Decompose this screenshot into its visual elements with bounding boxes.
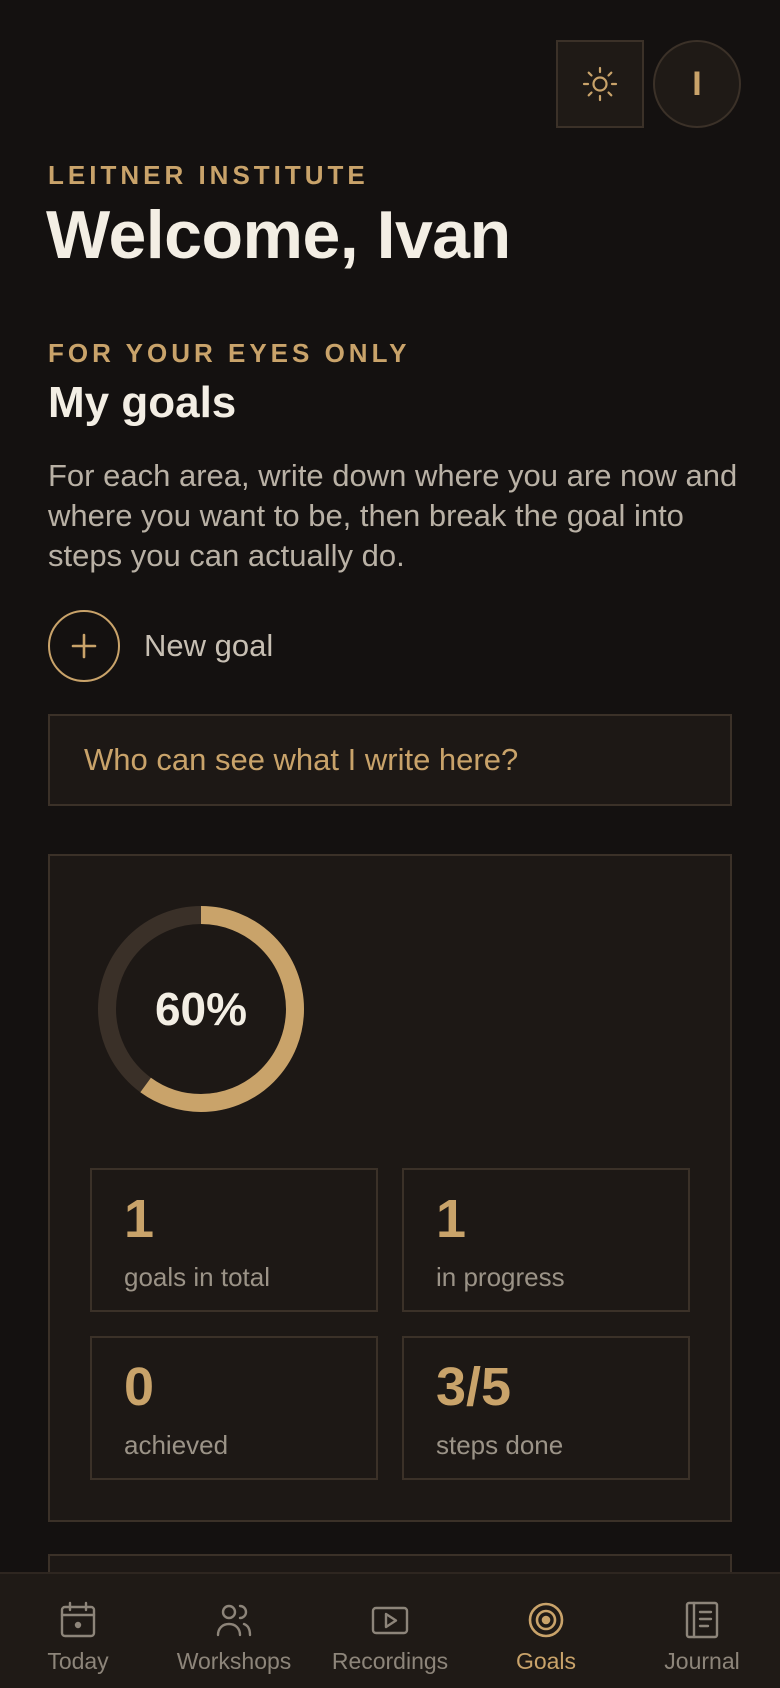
stat-value: 1 <box>436 1189 467 1249</box>
page-title: Welcome, Ivan <box>46 197 511 273</box>
progress-ring: 60% <box>98 906 304 1112</box>
privacy-info-label: Who can see what I write here? <box>84 742 519 777</box>
new-goal-button[interactable]: New goal <box>48 610 273 682</box>
section-eyebrow: FOR YOUR EYES ONLY <box>48 338 411 368</box>
calendar-icon <box>60 1601 96 1638</box>
stat-label: goals in total <box>124 1262 270 1292</box>
play-video-icon <box>371 1606 409 1635</box>
nav-label: Today <box>47 1648 109 1674</box>
nav-label: Recordings <box>331 1648 449 1674</box>
bottom-nav: Today Workshops Recordings Goals Journal <box>0 1572 780 1688</box>
new-goal-label: New goal <box>144 628 274 663</box>
plus-icon <box>48 610 120 682</box>
people-icon <box>216 1604 252 1637</box>
stat-label: steps done <box>436 1430 564 1460</box>
target-icon <box>528 1602 564 1638</box>
stat-value: 0 <box>124 1357 155 1417</box>
stat-goals-total: 1 goals in total <box>90 1168 378 1312</box>
nav-label: Goals <box>515 1648 577 1674</box>
stat-label: in progress <box>436 1262 565 1292</box>
progress-percent: 60% <box>154 983 248 1035</box>
nav-item-workshops[interactable]: Workshops <box>156 1574 312 1688</box>
stat-value: 1 <box>124 1189 155 1249</box>
nav-label: Journal <box>664 1648 740 1674</box>
theme-toggle-button[interactable] <box>556 40 644 128</box>
nav-item-today[interactable]: Today <box>0 1574 156 1688</box>
journal-icon <box>685 1601 719 1639</box>
avatar[interactable]: I <box>653 40 741 128</box>
sun-icon <box>582 66 618 102</box>
stat-steps-done: 3/5 steps done <box>402 1336 690 1480</box>
stat-value: 3/5 <box>436 1357 512 1417</box>
stat-label: achieved <box>124 1430 229 1460</box>
section-title: My goals <box>48 378 237 427</box>
stat-in-progress: 1 in progress <box>402 1168 690 1312</box>
privacy-info-button[interactable]: Who can see what I write here? <box>48 714 732 806</box>
nav-label: Workshops <box>176 1648 292 1674</box>
section-description: For each area, write down where you are … <box>48 458 738 573</box>
nav-item-journal[interactable]: Journal <box>624 1574 780 1688</box>
goals-summary-card: 60% 1 goals in total 1 in progress 0 ach… <box>48 854 732 1522</box>
stat-achieved: 0 achieved <box>90 1336 378 1480</box>
nav-item-recordings[interactable]: Recordings <box>312 1574 468 1688</box>
goals-page: I LEITNER INSTITUTE Welcome, Ivan FOR YO… <box>0 0 780 1688</box>
brand-eyebrow: LEITNER INSTITUTE <box>48 160 369 190</box>
nav-item-goals[interactable]: Goals <box>468 1574 624 1688</box>
